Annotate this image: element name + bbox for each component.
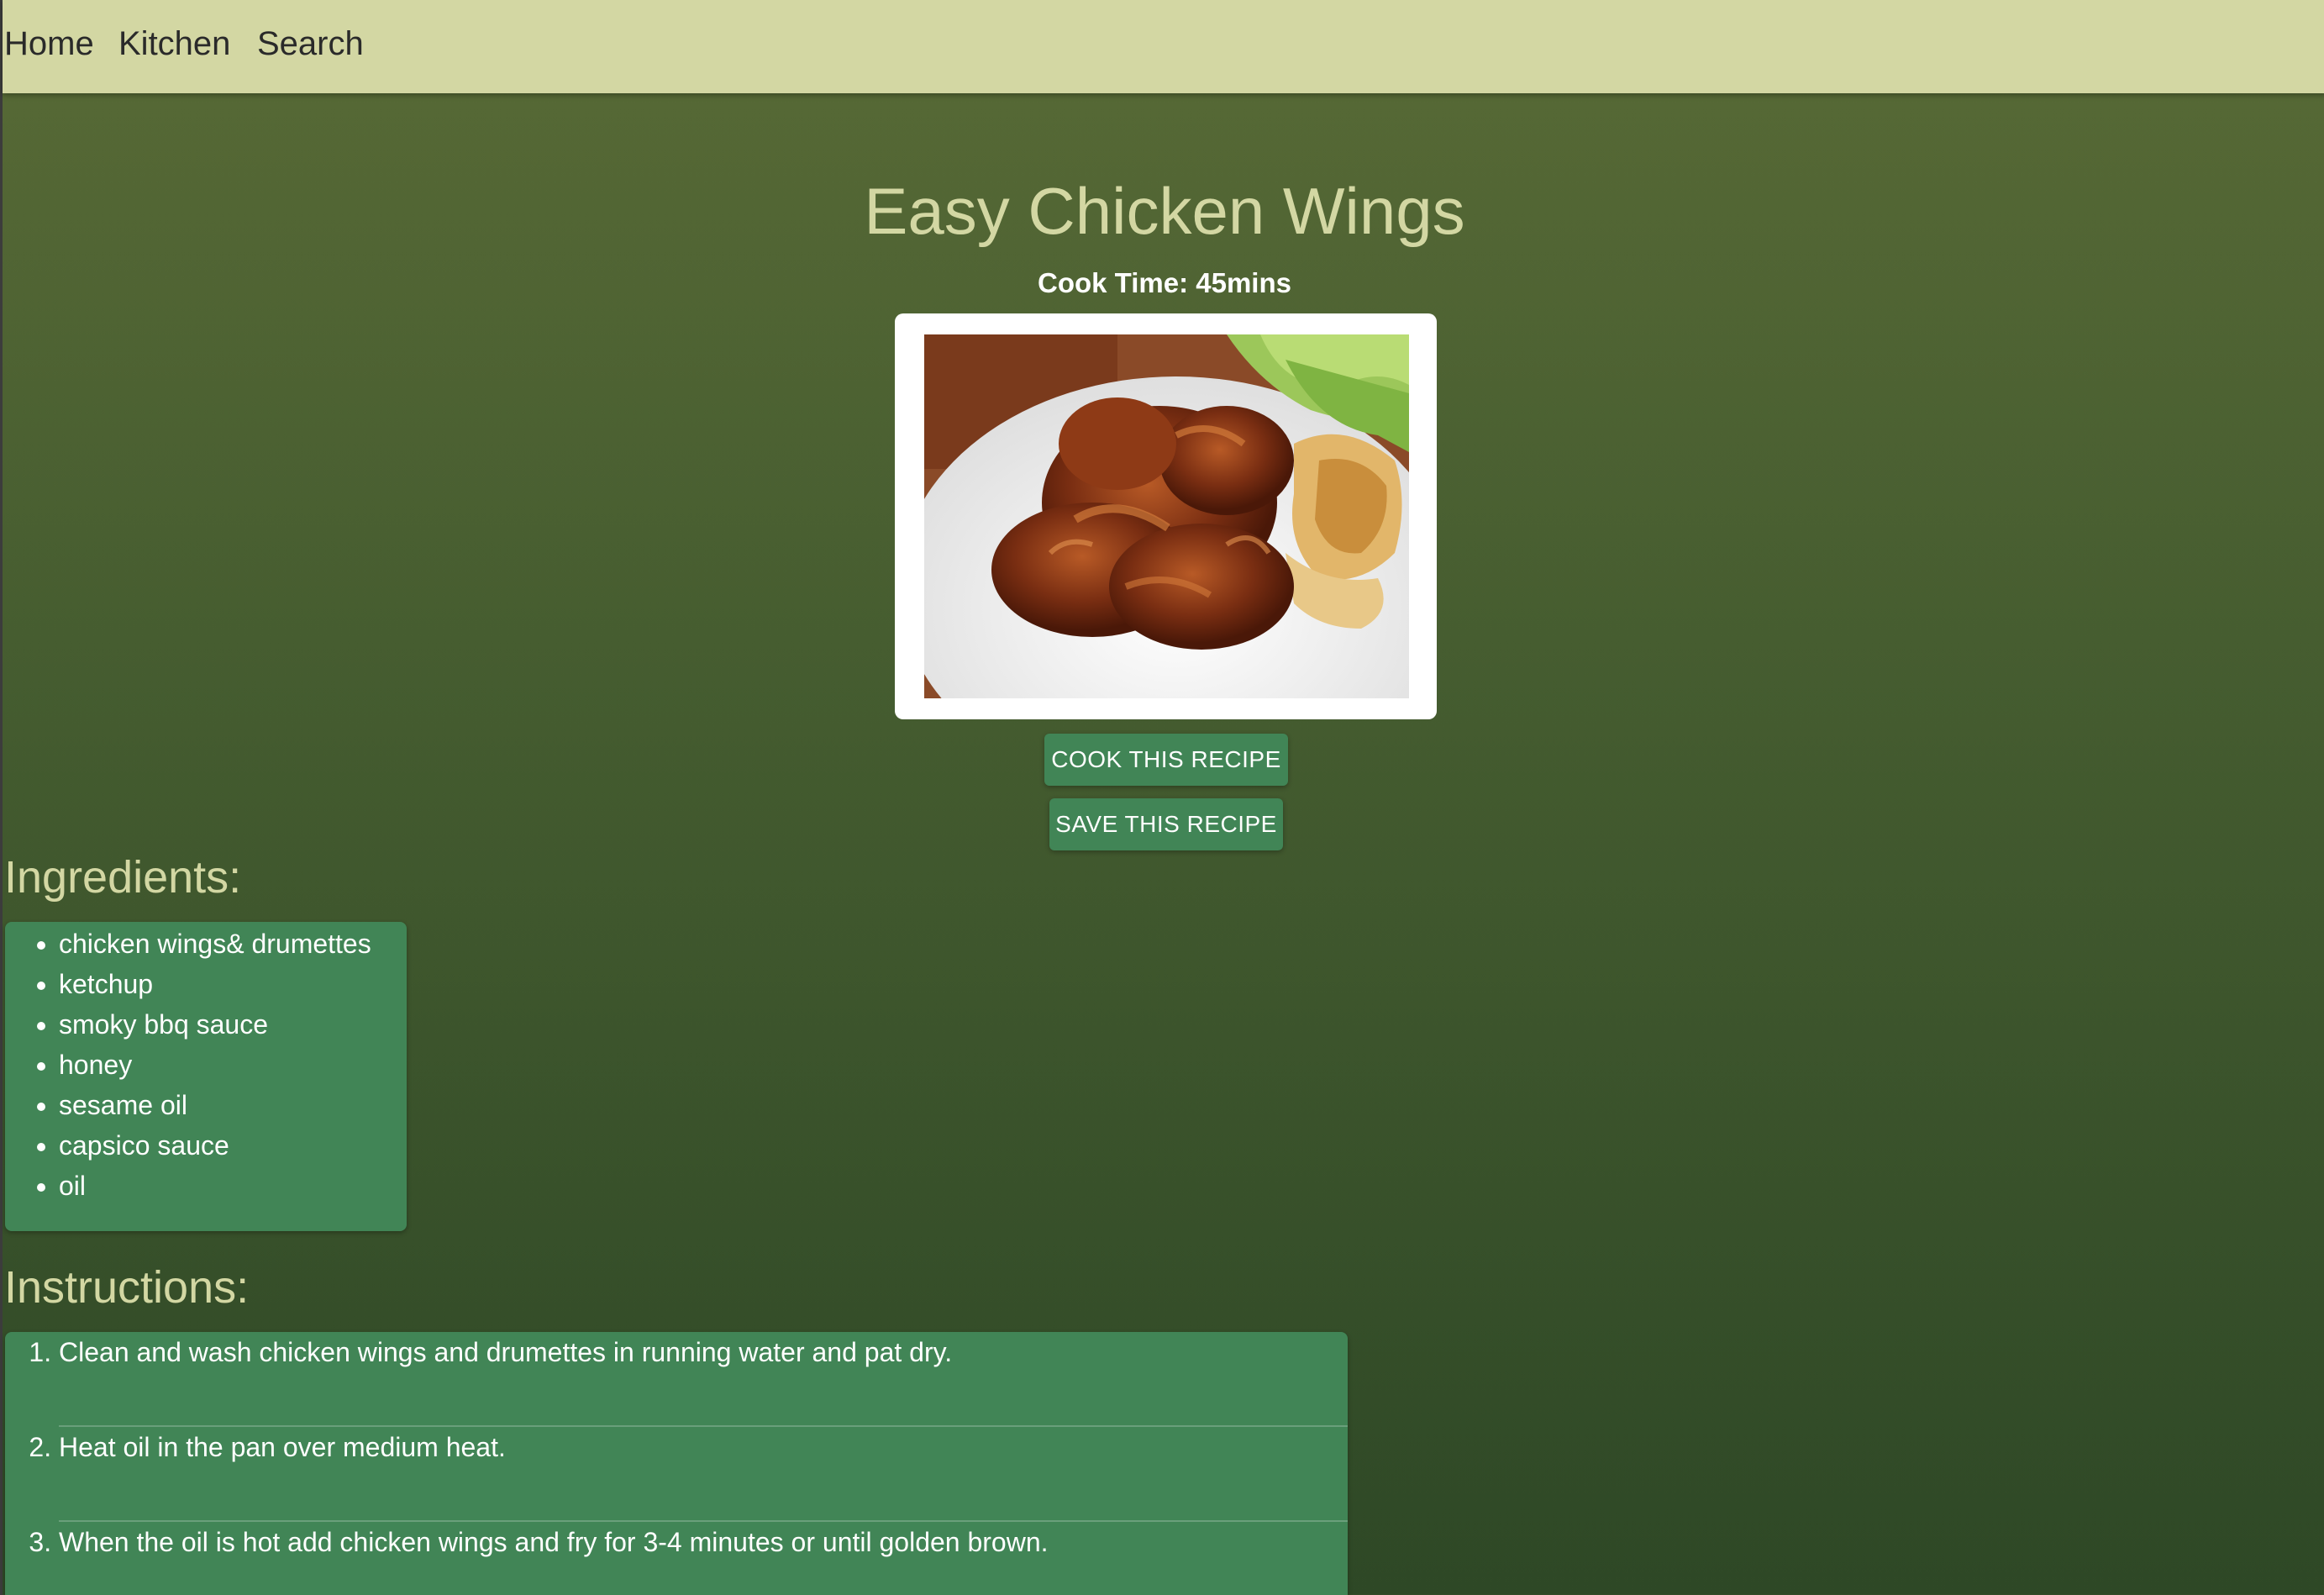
instructions-list: Clean and wash chicken wings and drumett… <box>5 1332 1348 1595</box>
cook-time-label: Cook Time: 45mins <box>1038 267 1291 298</box>
top-navbar: Home Kitchen Search <box>3 0 2324 93</box>
nav-home-link[interactable]: Home <box>4 24 94 64</box>
ingredient-item: oil <box>59 1166 407 1206</box>
instruction-step: Clean and wash chicken wings and drumett… <box>59 1332 1348 1427</box>
ingredients-panel: chicken wings& drumettes ketchup smoky b… <box>5 922 407 1231</box>
nav-search-link[interactable]: Search <box>257 24 364 64</box>
recipe-title: Easy Chicken Wings <box>864 174 1465 248</box>
ingredient-item: ketchup <box>59 964 407 1004</box>
instruction-step: When the oil is hot add chicken wings an… <box>59 1522 1348 1595</box>
ingredient-item: capsico sauce <box>59 1125 407 1166</box>
save-recipe-button[interactable]: SAVE THIS RECIPE <box>1049 798 1283 850</box>
ingredient-item: chicken wings& drumettes <box>59 924 407 964</box>
chicken-wings-photo <box>924 334 1409 698</box>
cook-recipe-button[interactable]: COOK THIS RECIPE <box>1044 734 1288 786</box>
recipe-image-frame <box>895 313 1437 719</box>
instructions-panel: Clean and wash chicken wings and drumett… <box>5 1332 1348 1595</box>
ingredient-item: honey <box>59 1045 407 1085</box>
ingredients-list: chicken wings& drumettes ketchup smoky b… <box>5 924 407 1206</box>
instructions-heading: Instructions: <box>4 1262 250 1313</box>
ingredient-item: sesame oil <box>59 1085 407 1125</box>
nav-kitchen-link[interactable]: Kitchen <box>118 24 230 64</box>
instruction-step: Heat oil in the pan over medium heat. <box>59 1427 1348 1522</box>
ingredients-heading: Ingredients: <box>4 852 242 903</box>
ingredient-item: smoky bbq sauce <box>59 1004 407 1045</box>
